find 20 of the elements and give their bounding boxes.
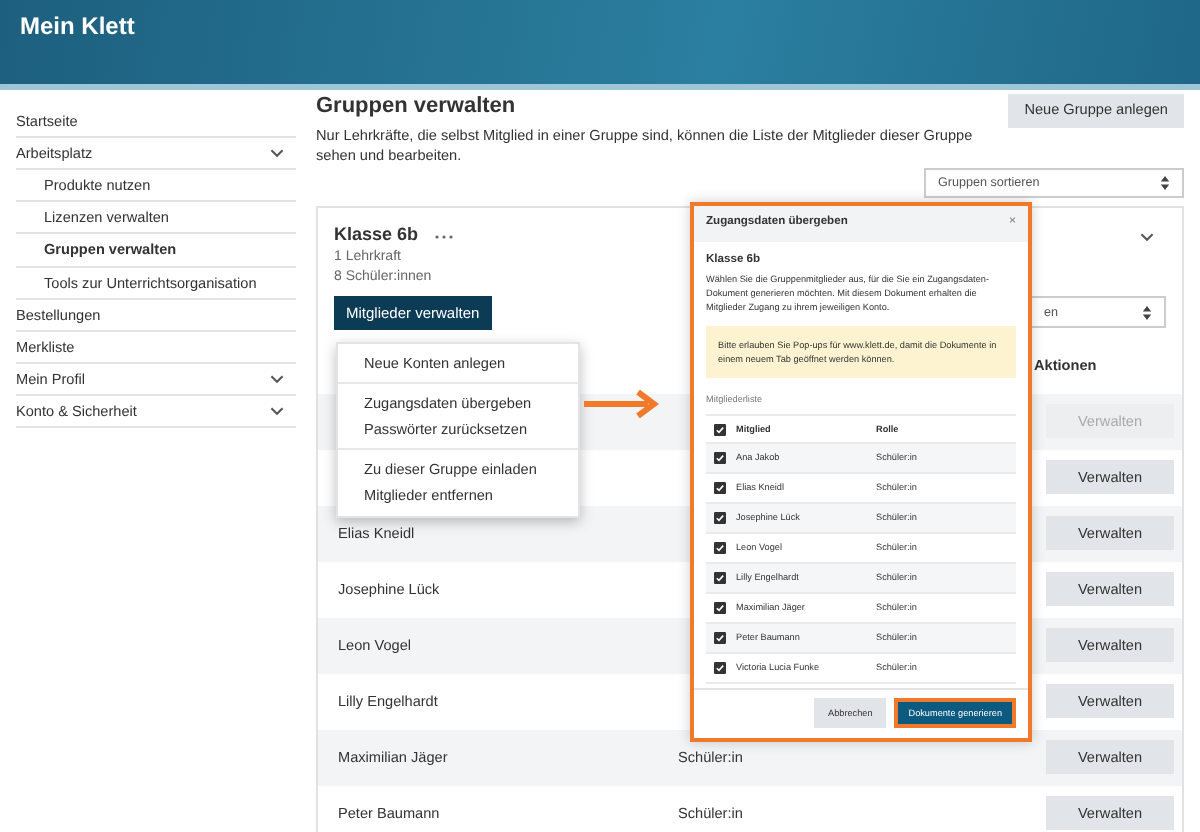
chevron-down-icon[interactable] <box>270 148 284 159</box>
checkbox[interactable] <box>714 542 726 555</box>
checkbox[interactable] <box>714 632 726 645</box>
checkbox[interactable] <box>714 602 726 615</box>
sort-arrows-icon <box>1142 305 1152 320</box>
chevron-down-icon[interactable] <box>270 373 284 384</box>
checkbox[interactable] <box>714 572 726 585</box>
checkbox[interactable] <box>714 452 726 465</box>
checkbox[interactable] <box>714 662 726 675</box>
checkbox[interactable] <box>714 482 726 495</box>
arrow-annotation <box>584 390 659 418</box>
sort-arrows-icon <box>1160 176 1170 191</box>
more-options-icon[interactable] <box>434 233 455 240</box>
chevron-down-icon[interactable] <box>270 406 284 417</box>
page-title: Gruppen verwalten <box>316 94 518 121</box>
checkbox[interactable] <box>714 512 726 525</box>
checkbox[interactable] <box>714 423 726 436</box>
group-name: Klasse 6b <box>334 224 419 248</box>
chevron-down-icon[interactable] <box>1140 231 1154 242</box>
site-title[interactable]: Mein Klett <box>20 12 1180 42</box>
